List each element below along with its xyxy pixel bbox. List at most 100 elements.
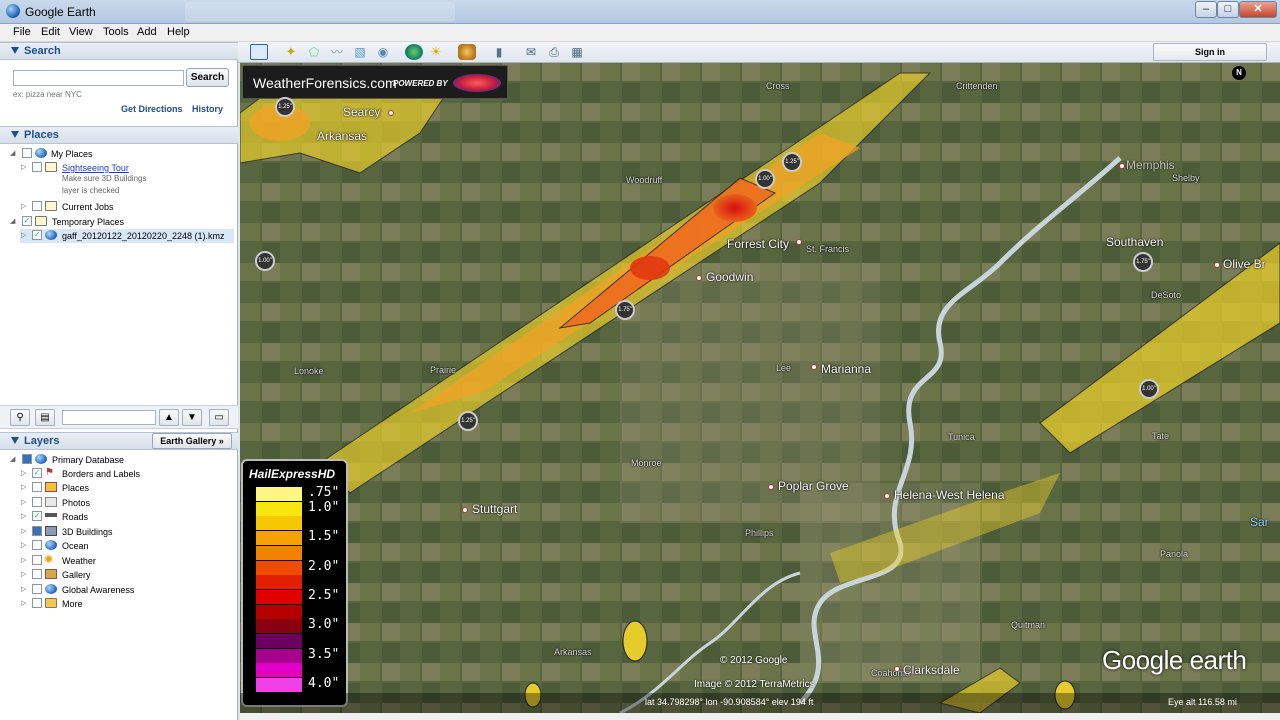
layer-checkbox[interactable] [32, 584, 42, 594]
layer-row[interactable]: ▷ ✺ Weather [0, 554, 238, 568]
search-panel-header[interactable]: Search [0, 42, 238, 60]
expand-arrow-icon[interactable]: ◢ [10, 149, 15, 157]
search-places-button[interactable]: ⚲ [10, 409, 30, 426]
current-jobs-checkbox[interactable] [32, 201, 42, 211]
minimize-button[interactable]: – [1195, 1, 1217, 18]
tree-row-current-jobs[interactable]: ▷ Current Jobs [0, 200, 238, 214]
view-in-maps-icon[interactable]: ▦ [568, 44, 586, 60]
sightseeing-tour-link[interactable]: Sightseeing Tour [62, 163, 129, 173]
folder-options-button[interactable]: ▭ [209, 409, 229, 426]
menu-file[interactable]: File [13, 26, 31, 38]
layer-checkbox[interactable] [32, 482, 42, 492]
hail-size-marker[interactable]: 1.00" [255, 251, 275, 271]
sunlight-icon[interactable]: ☀ [427, 44, 445, 60]
tree-row-primary-database[interactable]: ◢ Primary Database [0, 453, 238, 467]
layer-row[interactable]: ▷ ✓ Roads [0, 510, 238, 524]
hail-size-marker[interactable]: 1.25" [458, 411, 478, 431]
hail-size-marker[interactable]: 1.75" [1133, 252, 1153, 272]
expand-arrow-icon[interactable]: ▷ [21, 512, 26, 520]
more-folder-icon [45, 598, 57, 608]
kmz-checkbox[interactable]: ✓ [32, 230, 42, 240]
tree-row-sightseeing[interactable]: ▷ Sightseeing Tour [0, 161, 238, 175]
menu-edit[interactable]: Edit [41, 26, 60, 38]
print-icon[interactable]: ⎙ [545, 44, 563, 60]
layers-panel-header[interactable]: Layers Earth Gallery » [0, 432, 238, 450]
hail-size-marker[interactable]: 1.25" [782, 152, 802, 172]
expand-arrow-icon[interactable]: ◢ [10, 217, 15, 225]
expand-arrow-icon[interactable]: ▷ [21, 498, 26, 506]
expand-arrow-icon[interactable]: ▷ [21, 527, 26, 535]
expand-arrow-icon[interactable]: ◢ [10, 455, 15, 463]
expand-arrow-icon[interactable]: ▷ [21, 556, 26, 564]
expand-arrow-icon[interactable]: ▷ [21, 599, 26, 607]
my-places-checkbox[interactable] [22, 148, 32, 158]
layer-row[interactable]: ▷ Global Awareness [0, 583, 238, 597]
history-link[interactable]: History [192, 104, 223, 114]
layer-row[interactable]: ▷ 3D Buildings [0, 525, 238, 539]
layer-checkbox[interactable] [32, 555, 42, 565]
layer-row[interactable]: ▷ Gallery [0, 568, 238, 582]
menu-tools[interactable]: Tools [103, 26, 129, 38]
hail-size-marker[interactable]: 1.00" [1139, 379, 1159, 399]
earth-map-view[interactable]: WeatherForensics.com POWERED BY N Searcy… [240, 63, 1280, 713]
toggle-panel-button[interactable]: ▤ [35, 409, 55, 426]
layer-row[interactable]: ▷ More [0, 597, 238, 611]
earth-gallery-button[interactable]: Earth Gallery » [152, 433, 232, 449]
layer-checkbox[interactable] [32, 497, 42, 507]
add-overlay-icon[interactable]: ▧ [351, 44, 369, 60]
places-panel-header[interactable]: Places [0, 126, 238, 144]
maximize-button[interactable]: □ [1217, 1, 1239, 18]
layer-checkbox[interactable] [32, 569, 42, 579]
expand-arrow-icon[interactable]: ▷ [21, 163, 26, 171]
layer-checkbox[interactable] [32, 598, 42, 608]
move-up-button[interactable]: ▲ [159, 409, 179, 426]
move-down-button[interactable]: ▼ [182, 409, 202, 426]
expand-arrow-icon[interactable]: ▷ [21, 541, 26, 549]
bottom-border [240, 713, 1280, 720]
close-button[interactable]: ✕ [1239, 1, 1277, 18]
add-path-icon[interactable]: 〰 [328, 44, 346, 60]
weather-forensics-banner[interactable]: WeatherForensics.com POWERED BY [242, 65, 508, 99]
add-placemark-icon[interactable]: ✦ [282, 44, 300, 60]
menu-help[interactable]: Help [167, 26, 190, 38]
switch-to-sky-icon[interactable] [458, 44, 476, 60]
add-polygon-icon[interactable]: ⬠ [305, 44, 323, 60]
layer-row[interactable]: ▷ Ocean [0, 539, 238, 553]
hail-size-marker[interactable]: 1.00" [755, 169, 775, 189]
email-icon[interactable]: ✉ [522, 44, 540, 60]
places-filter-input[interactable] [62, 410, 156, 425]
hail-size-marker[interactable]: 1.25" [275, 97, 295, 117]
temporary-places-checkbox[interactable]: ✓ [22, 216, 32, 226]
historical-imagery-icon[interactable] [405, 44, 423, 60]
layer-checkbox[interactable] [32, 526, 42, 536]
search-button[interactable]: Search [186, 68, 229, 87]
sign-in-button[interactable]: Sign in [1153, 43, 1267, 61]
get-directions-link[interactable]: Get Directions [121, 104, 183, 114]
expand-arrow-icon[interactable]: ▷ [21, 570, 26, 578]
menu-add[interactable]: Add [137, 26, 157, 38]
sightseeing-checkbox[interactable] [32, 162, 42, 172]
expand-arrow-icon[interactable]: ▷ [21, 469, 26, 477]
compass-north-icon[interactable]: N [1232, 66, 1246, 80]
menu-view[interactable]: View [69, 26, 93, 38]
primary-database-checkbox[interactable] [22, 454, 32, 464]
layer-row[interactable]: ▷ ✓ ⚑ Borders and Labels [0, 467, 238, 481]
expand-arrow-icon[interactable]: ▷ [21, 585, 26, 593]
ruler-icon[interactable]: ▮ [490, 44, 508, 60]
layer-checkbox[interactable]: ✓ [32, 511, 42, 521]
search-input[interactable] [13, 70, 184, 86]
expand-arrow-icon[interactable]: ▷ [21, 202, 26, 210]
expand-arrow-icon[interactable]: ▷ [21, 483, 26, 491]
record-tour-icon[interactable]: ◉ [374, 44, 392, 60]
layer-row[interactable]: ▷ Photos [0, 496, 238, 510]
tree-row-my-places[interactable]: ◢ My Places [0, 147, 238, 161]
places-layer-icon [45, 482, 57, 492]
hide-sidebar-button[interactable] [250, 44, 268, 60]
expand-arrow-icon[interactable]: ▷ [21, 231, 26, 239]
layer-checkbox[interactable]: ✓ [32, 468, 42, 478]
hail-size-marker[interactable]: 1.75" [615, 300, 635, 320]
tree-row-temporary-places[interactable]: ◢ ✓ Temporary Places [0, 215, 238, 229]
layer-row[interactable]: ▷ Places [0, 481, 238, 495]
layer-checkbox[interactable] [32, 540, 42, 550]
tree-row-kmz[interactable]: ▷ ✓ gaff_20120122_20120220_2248 (1).kmz [20, 229, 234, 243]
